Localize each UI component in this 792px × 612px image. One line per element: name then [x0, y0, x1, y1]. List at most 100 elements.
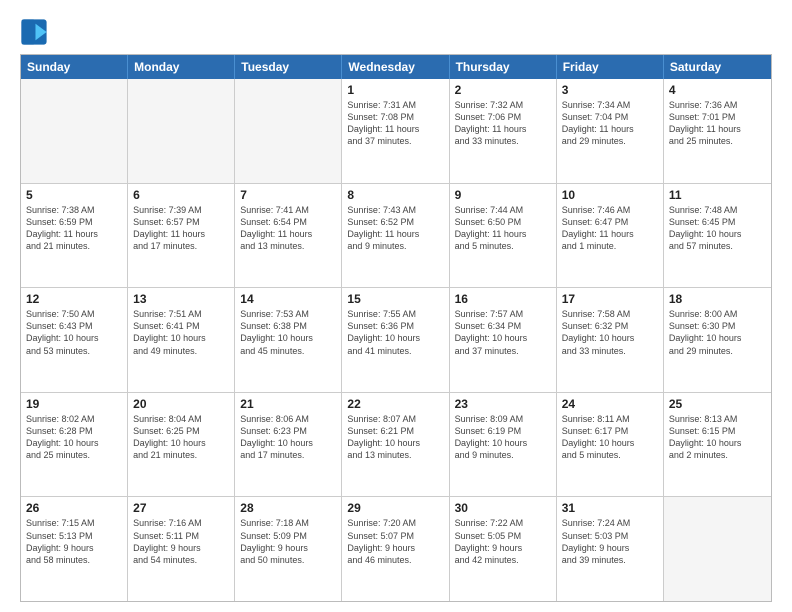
day-info-8: Sunrise: 7:43 AM Sunset: 6:52 PM Dayligh… [347, 204, 443, 253]
day-number-23: 23 [455, 397, 551, 411]
day-info-18: Sunrise: 8:00 AM Sunset: 6:30 PM Dayligh… [669, 308, 766, 357]
day-cell-31: 31 Sunrise: 7:24 AM Sunset: 5:03 PM Dayli… [557, 497, 664, 601]
day-info-9: Sunrise: 7:44 AM Sunset: 6:50 PM Dayligh… [455, 204, 551, 253]
day-info-21: Sunrise: 8:06 AM Sunset: 6:23 PM Dayligh… [240, 413, 336, 462]
weekday-header-thursday: Thursday [450, 55, 557, 79]
day-cell-22: 22 Sunrise: 8:07 AM Sunset: 6:21 PM Dayli… [342, 393, 449, 497]
day-info-10: Sunrise: 7:46 AM Sunset: 6:47 PM Dayligh… [562, 204, 658, 253]
calendar-row-0: 1 Sunrise: 7:31 AM Sunset: 7:08 PM Daylig… [21, 79, 771, 183]
weekday-header-sunday: Sunday [21, 55, 128, 79]
day-info-1: Sunrise: 7:31 AM Sunset: 7:08 PM Dayligh… [347, 99, 443, 148]
calendar-row-2: 12 Sunrise: 7:50 AM Sunset: 6:43 PM Dayli… [21, 287, 771, 392]
day-info-26: Sunrise: 7:15 AM Sunset: 5:13 PM Dayligh… [26, 517, 122, 566]
day-cell-20: 20 Sunrise: 8:04 AM Sunset: 6:25 PM Dayli… [128, 393, 235, 497]
day-cell-23: 23 Sunrise: 8:09 AM Sunset: 6:19 PM Dayli… [450, 393, 557, 497]
empty-cell-4-6 [664, 497, 771, 601]
weekday-header-saturday: Saturday [664, 55, 771, 79]
day-info-23: Sunrise: 8:09 AM Sunset: 6:19 PM Dayligh… [455, 413, 551, 462]
day-number-2: 2 [455, 83, 551, 97]
day-info-30: Sunrise: 7:22 AM Sunset: 5:05 PM Dayligh… [455, 517, 551, 566]
day-cell-19: 19 Sunrise: 8:02 AM Sunset: 6:28 PM Dayli… [21, 393, 128, 497]
day-info-19: Sunrise: 8:02 AM Sunset: 6:28 PM Dayligh… [26, 413, 122, 462]
empty-cell-0-0 [21, 79, 128, 183]
day-cell-14: 14 Sunrise: 7:53 AM Sunset: 6:38 PM Dayli… [235, 288, 342, 392]
day-number-14: 14 [240, 292, 336, 306]
day-number-15: 15 [347, 292, 443, 306]
calendar-row-1: 5 Sunrise: 7:38 AM Sunset: 6:59 PM Daylig… [21, 183, 771, 288]
day-info-14: Sunrise: 7:53 AM Sunset: 6:38 PM Dayligh… [240, 308, 336, 357]
day-number-10: 10 [562, 188, 658, 202]
logo-icon [20, 18, 48, 46]
day-cell-24: 24Sunrise: 8:11 AM Sunset: 6:17 PM Dayli… [557, 393, 664, 497]
day-info-31: Sunrise: 7:24 AM Sunset: 5:03 PM Dayligh… [562, 517, 658, 566]
weekday-header-wednesday: Wednesday [342, 55, 449, 79]
calendar-row-3: 19 Sunrise: 8:02 AM Sunset: 6:28 PM Dayli… [21, 392, 771, 497]
day-info-11: Sunrise: 7:48 AM Sunset: 6:45 PM Dayligh… [669, 204, 766, 253]
empty-cell-0-2 [235, 79, 342, 183]
day-number-31: 31 [562, 501, 658, 515]
day-number-3: 3 [562, 83, 658, 97]
day-number-26: 26 [26, 501, 122, 515]
day-number-4: 4 [669, 83, 766, 97]
day-number-19: 19 [26, 397, 122, 411]
calendar-header: SundayMondayTuesdayWednesdayThursdayFrid… [21, 55, 771, 79]
day-cell-30: 30 Sunrise: 7:22 AM Sunset: 5:05 PM Dayli… [450, 497, 557, 601]
day-info-24: Sunrise: 8:11 AM Sunset: 6:17 PM Dayligh… [562, 413, 658, 462]
day-number-20: 20 [133, 397, 229, 411]
day-cell-2: 2 Sunrise: 7:32 AM Sunset: 7:06 PM Daylig… [450, 79, 557, 183]
day-cell-1: 1 Sunrise: 7:31 AM Sunset: 7:08 PM Daylig… [342, 79, 449, 183]
day-number-29: 29 [347, 501, 443, 515]
day-number-8: 8 [347, 188, 443, 202]
day-cell-5: 5 Sunrise: 7:38 AM Sunset: 6:59 PM Daylig… [21, 184, 128, 288]
day-info-4: Sunrise: 7:36 AM Sunset: 7:01 PM Dayligh… [669, 99, 766, 148]
day-number-28: 28 [240, 501, 336, 515]
day-cell-4: 4 Sunrise: 7:36 AM Sunset: 7:01 PM Daylig… [664, 79, 771, 183]
day-info-2: Sunrise: 7:32 AM Sunset: 7:06 PM Dayligh… [455, 99, 551, 148]
day-cell-17: 17Sunrise: 7:58 AM Sunset: 6:32 PM Dayli… [557, 288, 664, 392]
page: SundayMondayTuesdayWednesdayThursdayFrid… [0, 0, 792, 612]
day-cell-18: 18Sunrise: 8:00 AM Sunset: 6:30 PM Dayli… [664, 288, 771, 392]
day-info-12: Sunrise: 7:50 AM Sunset: 6:43 PM Dayligh… [26, 308, 122, 357]
weekday-header-friday: Friday [557, 55, 664, 79]
day-cell-21: 21 Sunrise: 8:06 AM Sunset: 6:23 PM Dayli… [235, 393, 342, 497]
day-number-22: 22 [347, 397, 443, 411]
day-number-11: 11 [669, 188, 766, 202]
calendar-row-4: 26 Sunrise: 7:15 AM Sunset: 5:13 PM Dayli… [21, 496, 771, 601]
day-info-16: Sunrise: 7:57 AM Sunset: 6:34 PM Dayligh… [455, 308, 551, 357]
day-number-16: 16 [455, 292, 551, 306]
day-info-17: Sunrise: 7:58 AM Sunset: 6:32 PM Dayligh… [562, 308, 658, 357]
day-cell-15: 15Sunrise: 7:55 AM Sunset: 6:36 PM Dayli… [342, 288, 449, 392]
day-cell-10: 10 Sunrise: 7:46 AM Sunset: 6:47 PM Dayli… [557, 184, 664, 288]
day-info-22: Sunrise: 8:07 AM Sunset: 6:21 PM Dayligh… [347, 413, 443, 462]
calendar: SundayMondayTuesdayWednesdayThursdayFrid… [20, 54, 772, 602]
day-info-6: Sunrise: 7:39 AM Sunset: 6:57 PM Dayligh… [133, 204, 229, 253]
day-number-5: 5 [26, 188, 122, 202]
day-number-21: 21 [240, 397, 336, 411]
day-number-25: 25 [669, 397, 766, 411]
empty-cell-0-1 [128, 79, 235, 183]
day-info-7: Sunrise: 7:41 AM Sunset: 6:54 PM Dayligh… [240, 204, 336, 253]
day-number-9: 9 [455, 188, 551, 202]
day-number-27: 27 [133, 501, 229, 515]
day-number-1: 1 [347, 83, 443, 97]
day-cell-12: 12 Sunrise: 7:50 AM Sunset: 6:43 PM Dayli… [21, 288, 128, 392]
day-cell-7: 7Sunrise: 7:41 AM Sunset: 6:54 PM Daylig… [235, 184, 342, 288]
day-number-12: 12 [26, 292, 122, 306]
day-cell-9: 9 Sunrise: 7:44 AM Sunset: 6:50 PM Daylig… [450, 184, 557, 288]
day-cell-3: 3Sunrise: 7:34 AM Sunset: 7:04 PM Daylig… [557, 79, 664, 183]
header [20, 18, 772, 46]
day-cell-16: 16 Sunrise: 7:57 AM Sunset: 6:34 PM Dayli… [450, 288, 557, 392]
day-info-5: Sunrise: 7:38 AM Sunset: 6:59 PM Dayligh… [26, 204, 122, 253]
day-info-13: Sunrise: 7:51 AM Sunset: 6:41 PM Dayligh… [133, 308, 229, 357]
day-cell-25: 25 Sunrise: 8:13 AM Sunset: 6:15 PM Dayli… [664, 393, 771, 497]
weekday-header-monday: Monday [128, 55, 235, 79]
day-info-25: Sunrise: 8:13 AM Sunset: 6:15 PM Dayligh… [669, 413, 766, 462]
day-number-13: 13 [133, 292, 229, 306]
day-info-28: Sunrise: 7:18 AM Sunset: 5:09 PM Dayligh… [240, 517, 336, 566]
day-number-6: 6 [133, 188, 229, 202]
day-info-29: Sunrise: 7:20 AM Sunset: 5:07 PM Dayligh… [347, 517, 443, 566]
day-number-30: 30 [455, 501, 551, 515]
day-info-20: Sunrise: 8:04 AM Sunset: 6:25 PM Dayligh… [133, 413, 229, 462]
day-info-27: Sunrise: 7:16 AM Sunset: 5:11 PM Dayligh… [133, 517, 229, 566]
day-cell-11: 11 Sunrise: 7:48 AM Sunset: 6:45 PM Dayli… [664, 184, 771, 288]
